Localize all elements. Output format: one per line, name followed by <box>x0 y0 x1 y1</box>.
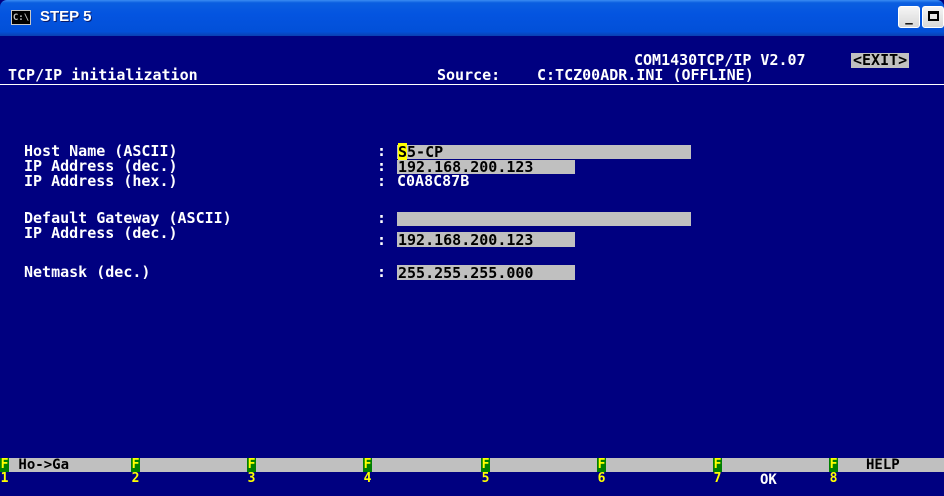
function-key-f6[interactable]: F6 <box>597 458 607 486</box>
fkey-number: 6 <box>597 471 606 486</box>
gateway-ip-value: 192.168.200.123 <box>398 231 534 249</box>
fkey-number: 4 <box>363 471 372 486</box>
function-key-f7[interactable]: F7 <box>713 458 723 486</box>
fkey-letter: F <box>597 457 606 472</box>
fkey-letter: F <box>131 457 140 472</box>
fkey-number: 7 <box>713 471 722 486</box>
exit-button[interactable]: <EXIT> <box>851 53 910 68</box>
fkey-number: 1 <box>0 471 9 486</box>
source-label: Source: <box>437 66 501 84</box>
fkey-letter: F <box>481 457 490 472</box>
fkey-letter: F <box>713 457 722 472</box>
console-area: COM1430TCP/IP V2.07 <EXIT> TCP/IP initia… <box>0 36 944 496</box>
field-colon: : <box>377 231 387 249</box>
function-key-bar <box>0 458 944 472</box>
fkey-label[interactable]: OK <box>760 473 777 487</box>
fkey-letter: F <box>0 457 9 472</box>
header-separator <box>0 84 944 85</box>
maximize-icon <box>927 11 939 21</box>
function-key-f5[interactable]: F5 <box>481 458 491 486</box>
window-title: STEP 5 <box>40 8 92 25</box>
fkey-letter: F <box>247 457 256 472</box>
gateway-ip-label: IP Address (dec.) <box>24 224 178 242</box>
function-key-f4[interactable]: F4 <box>363 458 373 486</box>
function-key-f3[interactable]: F3 <box>247 458 257 486</box>
field-colon: : <box>377 209 387 227</box>
minimize-button[interactable]: _ <box>898 6 920 28</box>
ip-address-hex-value: C0A8C87B <box>397 172 470 190</box>
netmask-label: Netmask (dec.) <box>24 263 151 281</box>
fkey-number: 5 <box>481 471 490 486</box>
maximize-button[interactable] <box>922 6 944 28</box>
fkey-number: 3 <box>247 471 256 486</box>
field-colon: : <box>377 172 387 190</box>
field-colon: : <box>377 263 387 281</box>
netmask-input[interactable]: 255.255.255.000 <box>397 264 575 282</box>
netmask-value: 255.255.255.000 <box>398 264 534 282</box>
ip-address-hex-label: IP Address (hex.) <box>24 172 178 190</box>
function-key-f8[interactable]: F8 <box>829 458 839 486</box>
console-app-icon[interactable]: C:\ <box>11 10 31 25</box>
host-name-input[interactable]: S5-CP <box>397 143 691 161</box>
function-key-f1[interactable]: F1 <box>0 458 10 486</box>
fkey-number: 2 <box>131 471 140 486</box>
default-gateway-input[interactable] <box>397 212 691 226</box>
fkey-number: 8 <box>829 471 838 486</box>
gateway-ip-input[interactable]: 192.168.200.123 <box>397 231 575 249</box>
fkey-letter: F <box>363 457 372 472</box>
minimize-icon: _ <box>905 7 913 25</box>
fkey-label[interactable]: HELP <box>866 458 900 472</box>
console-window: C:\ STEP 5 _ X COM1430TCP/IP V2.07 <EXIT… <box>0 0 944 496</box>
fkey-letter: F <box>829 457 838 472</box>
source-value: C:TCZ00ADR.INI (OFFLINE) <box>537 66 754 84</box>
screen-title: TCP/IP initialization <box>8 66 198 84</box>
title-bar[interactable]: C:\ STEP 5 _ X <box>0 0 944 36</box>
function-key-f2[interactable]: F2 <box>131 458 141 486</box>
fkey-label[interactable]: Ho->Ga <box>10 458 69 472</box>
